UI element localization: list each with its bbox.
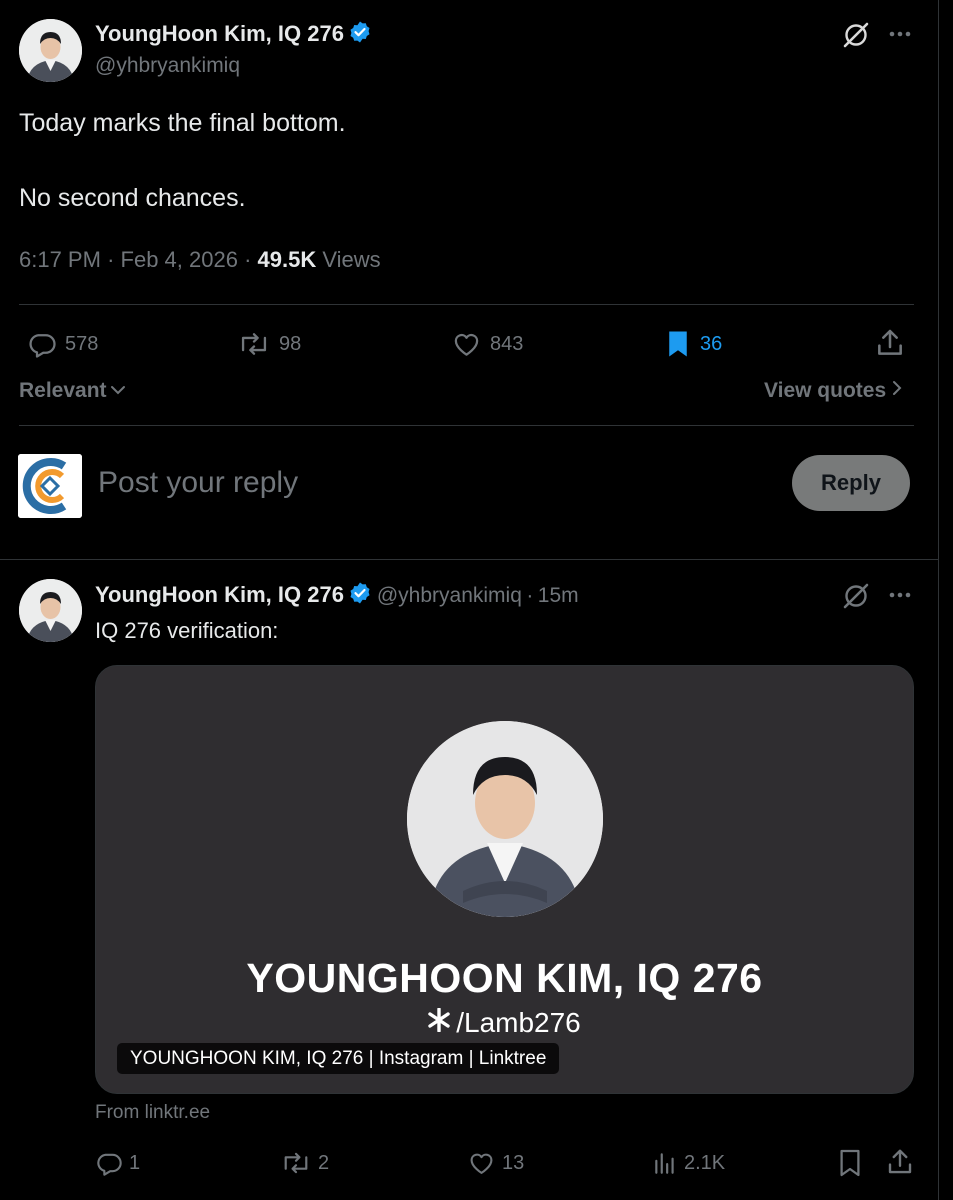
link-card[interactable]: YOUNGHOON KIM, IQ 276 /Lamb276 YOUNGHOON…	[95, 665, 914, 1094]
repost-icon	[237, 329, 271, 359]
tweet-text-line-1: Today marks the final bottom.	[19, 109, 346, 137]
column-border	[938, 0, 939, 1200]
reply-button[interactable]: Reply	[792, 455, 910, 511]
share-icon[interactable]	[874, 327, 906, 364]
reply-author-avatar[interactable]	[19, 579, 82, 642]
repost-count: 98	[279, 332, 302, 355]
more-icon[interactable]	[888, 25, 912, 48]
post-detail-page: YoungHoon Kim, IQ 276 @yhbryankimiq Toda…	[0, 0, 953, 1200]
grok-icon[interactable]	[842, 582, 870, 615]
reply-text: IQ 276 verification:	[95, 618, 279, 643]
author-avatar[interactable]	[19, 19, 82, 82]
like-icon	[451, 329, 482, 359]
meta-separator: ·	[244, 247, 252, 272]
grok-icon[interactable]	[842, 21, 870, 54]
views-action[interactable]: 2.1K	[652, 1149, 725, 1177]
card-source[interactable]: From linktr.ee	[95, 1102, 210, 1124]
chevron-down-icon	[110, 379, 126, 403]
reply-count: 1	[129, 1151, 141, 1174]
like-count: 13	[502, 1151, 525, 1174]
bookmark-action[interactable]: 36	[664, 329, 722, 359]
repost-action[interactable]: 2	[280, 1149, 329, 1177]
divider	[0, 559, 938, 560]
meta-separator: ·	[526, 584, 534, 607]
repost-icon	[280, 1149, 312, 1177]
tweet-date[interactable]: Feb 4, 2026	[121, 247, 238, 272]
reply-input[interactable]: Post your reply	[98, 466, 298, 500]
card-profile-photo	[407, 721, 603, 917]
reply-action[interactable]: 1	[95, 1149, 140, 1177]
like-action[interactable]: 13	[467, 1149, 524, 1177]
reply-author-handle[interactable]: @yhbryankimiq	[377, 584, 522, 607]
author-handle[interactable]: @yhbryankimiq	[95, 54, 240, 78]
card-link-path: /Lamb276	[456, 1007, 581, 1038]
card-link-row: /Lamb276	[96, 1007, 913, 1039]
views-label: Views	[322, 247, 381, 272]
repost-count: 2	[318, 1151, 330, 1174]
bookmark-icon	[664, 329, 692, 359]
reply-count: 578	[65, 332, 99, 355]
like-action[interactable]: 843	[451, 329, 523, 359]
divider	[19, 425, 914, 426]
author-name[interactable]: YoungHoon Kim, IQ 276	[95, 21, 344, 46]
card-headline: YOUNGHOON KIM, IQ 276	[246, 955, 763, 1001]
linktree-asterisk-icon	[428, 1007, 450, 1039]
reply-author-name[interactable]: YoungHoon Kim, IQ 276	[95, 582, 344, 607]
sort-label: Relevant	[19, 379, 107, 402]
author-name-row: YoungHoon Kim, IQ 276	[95, 20, 372, 49]
view-quotes-link[interactable]: View quotes	[764, 379, 903, 403]
verified-badge-icon[interactable]	[348, 20, 372, 49]
view-quotes-label: View quotes	[764, 379, 887, 402]
bookmark-icon[interactable]	[838, 1148, 862, 1183]
views-count: 2.1K	[684, 1151, 726, 1174]
reply-icon	[27, 329, 57, 359]
more-icon[interactable]	[888, 586, 912, 609]
meta-separator: ·	[107, 247, 115, 272]
card-title-label: YOUNGHOON KIM, IQ 276 | Instagram | Link…	[117, 1043, 560, 1074]
views-icon	[652, 1149, 678, 1177]
verified-badge-icon[interactable]	[348, 581, 372, 610]
repost-action[interactable]: 98	[237, 329, 301, 359]
reply-header: YoungHoon Kim, IQ 276 @yhbryankimiq · 15…	[95, 581, 579, 610]
like-icon	[467, 1149, 496, 1177]
bookmark-count: 36	[700, 332, 723, 355]
reply-icon	[95, 1149, 123, 1177]
tweet-meta: 6:17 PM · Feb 4, 2026 · 49.5K Views	[19, 247, 381, 273]
views-count: 49.5K	[257, 247, 317, 272]
my-avatar[interactable]	[18, 454, 82, 518]
tweet-time[interactable]: 6:17 PM	[19, 247, 101, 272]
share-icon[interactable]	[885, 1147, 915, 1182]
reply-time[interactable]: 15m	[538, 584, 579, 607]
like-count: 843	[490, 332, 524, 355]
chevron-right-icon	[891, 379, 903, 403]
reply-action[interactable]: 578	[27, 329, 98, 359]
sort-dropdown[interactable]: Relevant	[19, 379, 126, 403]
divider	[19, 304, 914, 305]
tweet-text-line-2: No second chances.	[19, 184, 246, 212]
